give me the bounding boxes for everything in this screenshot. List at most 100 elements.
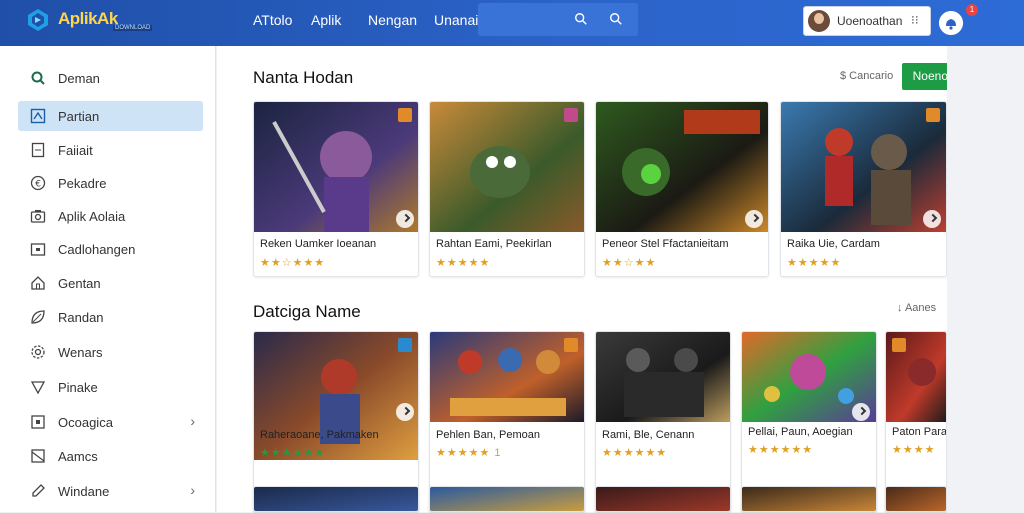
sidebar-item-aplik-aolaia[interactable]: Aplik Aolaia [18, 201, 203, 231]
app-title[interactable]: Peneor Stel Ffactanieitam [602, 238, 729, 250]
search-icon[interactable] [574, 12, 588, 26]
section-filter-link[interactable]: $ Cancario [840, 70, 893, 82]
sidebar-item-windane[interactable]: Windane › [18, 476, 203, 506]
bell-icon[interactable] [939, 11, 963, 35]
sidebar-item-ocoagica[interactable]: Ocoagica › [18, 407, 203, 437]
camera-icon [30, 210, 46, 223]
badge-icon [398, 338, 412, 352]
gear-icon [31, 345, 45, 359]
leaf-icon [31, 310, 45, 324]
sidebar-item-partian[interactable]: Partian [18, 101, 203, 131]
sidebar-item-gentan[interactable]: Gentan [18, 268, 203, 298]
app-thumbnail[interactable] [596, 102, 769, 232]
sidebar-item-cadlohangen[interactable]: Cadlohangen [18, 234, 203, 264]
nav-link-1[interactable]: ATtolo [253, 12, 292, 28]
sidebar-item-pinake[interactable]: Pinake [18, 372, 203, 402]
badge-icon [564, 108, 578, 122]
rating-stars: ★★☆★★★ [260, 257, 326, 269]
sidebar-item-label: Aplik Aolaia [58, 209, 126, 224]
app-card[interactable] [253, 486, 419, 512]
app-thumbnail[interactable] [430, 102, 585, 232]
app-logo-text[interactable]: AplikAk [58, 9, 118, 29]
sidebar-item-label: Deman [58, 71, 100, 86]
main-content: Nanta Hodan $ Cancario Noenot Reken Uamk… [217, 46, 962, 513]
chevron-right-icon[interactable]: › [190, 413, 195, 429]
user-menu[interactable]: Uoenoathan ⁝⁝ [803, 6, 931, 36]
top-bar: AplikAk DOWNLOAD ATtolo Aplik Nengan Una… [0, 0, 1024, 46]
page-margin [947, 46, 1024, 512]
rating-stars: ★★★★★★ [748, 444, 814, 456]
rating-stars: ★★★★★★ [602, 447, 668, 459]
app-card[interactable]: Raika Uie, Cardam ★★★★★ [780, 101, 947, 277]
search-input[interactable] [478, 3, 638, 36]
app-title[interactable]: Rami, Ble, Cenann [602, 429, 694, 441]
app-thumbnail[interactable] [596, 332, 731, 422]
app-card[interactable] [429, 486, 585, 512]
app-title[interactable]: Pellai, Paun, Aoegian [748, 426, 853, 438]
chevron-right-icon[interactable] [745, 210, 763, 228]
sidebar-item-label: Pekadre [58, 176, 107, 191]
chevron-right-icon[interactable] [396, 210, 414, 228]
app-thumbnail[interactable] [781, 102, 947, 232]
rating-stars: ★★★★ [892, 444, 936, 456]
app-logo-subtitle: DOWNLOAD [113, 25, 153, 31]
search-icon [31, 71, 45, 85]
pen-icon [32, 484, 45, 497]
app-title[interactable]: Pehlen Ban, Pemoan [436, 429, 540, 441]
app-title[interactable]: Reken Uamker Ioeanan [260, 238, 376, 250]
search-icon[interactable] [609, 12, 623, 26]
section-title: Nanta Hodan [253, 68, 354, 87]
sidebar-item-label: Pinake [58, 380, 98, 395]
app-card[interactable]: Peneor Stel Ffactanieitam ★★☆★★ [595, 101, 769, 277]
chevron-right-icon[interactable] [396, 403, 414, 421]
app-thumbnail[interactable] [254, 102, 419, 232]
app-card[interactable] [885, 486, 947, 512]
user-name: Uoenoathan [837, 14, 903, 28]
sidebar-item-label: Wenars [58, 345, 103, 360]
chevron-right-icon[interactable] [852, 403, 870, 421]
coin-icon: € [30, 175, 46, 191]
app-thumbnail[interactable] [254, 487, 419, 512]
app-title[interactable]: Raika Uie, Cardam [787, 238, 880, 250]
app-title[interactable]: Raheraoane, Pakmaken [260, 429, 379, 441]
more-icon[interactable]: ⁝⁝ [911, 13, 919, 27]
app-card[interactable]: Rahtan Eami, Peekirlan ★★★★★ [429, 101, 585, 277]
sidebar-item-faiiait[interactable]: Faiiait [18, 135, 203, 165]
avatar [808, 10, 830, 32]
sidebar-item-pekadre[interactable]: € Pekadre [18, 168, 203, 198]
app-card[interactable] [595, 486, 731, 512]
chevron-right-icon[interactable] [923, 210, 941, 228]
app-thumbnail[interactable] [430, 332, 585, 422]
sidebar-item-aamcs[interactable]: Aamcs [18, 441, 203, 471]
badge-icon [926, 108, 940, 122]
app-card[interactable]: Reken Uamker Ioeanan ★★☆★★★ [253, 101, 419, 277]
app-card[interactable] [741, 486, 877, 512]
app-thumbnail[interactable] [596, 487, 731, 512]
document-icon [31, 142, 45, 158]
svg-text:€: € [35, 180, 41, 190]
section-title: Datciga Name [253, 302, 361, 321]
app-thumbnail[interactable] [430, 487, 585, 512]
sidebar-item-wenars[interactable]: Wenars [18, 337, 203, 367]
rating-stars: ★★★★★ [787, 257, 842, 269]
section-sort-link[interactable]: ↓ Aanes [897, 302, 936, 314]
sidebar-item-deman[interactable]: Deman [18, 63, 203, 93]
apps-icon [30, 108, 46, 124]
notification-badge: 1 [966, 4, 978, 16]
sidebar-item-label: Cadlohangen [58, 242, 136, 257]
app-title[interactable]: Rahtan Eami, Peekirlan [436, 238, 552, 250]
rating-stars: ★★☆★★ [602, 257, 657, 269]
chevron-right-icon[interactable]: › [190, 482, 195, 498]
app-thumbnail[interactable] [742, 487, 877, 512]
sidebar-item-label: Partian [58, 109, 100, 124]
badge-icon [564, 338, 578, 352]
nav-link-2[interactable]: Aplik [311, 12, 341, 28]
nav-link-4[interactable]: Unanai [434, 12, 478, 28]
badge-icon [892, 338, 906, 352]
sidebar-item-randan[interactable]: Randan [18, 302, 203, 332]
app-thumbnail[interactable] [886, 487, 947, 512]
app-title[interactable]: Paton Para [892, 426, 946, 438]
nav-link-3[interactable]: Nengan [368, 12, 417, 28]
sidebar-item-label: Aamcs [58, 449, 98, 464]
app-logo-icon[interactable] [26, 8, 50, 32]
